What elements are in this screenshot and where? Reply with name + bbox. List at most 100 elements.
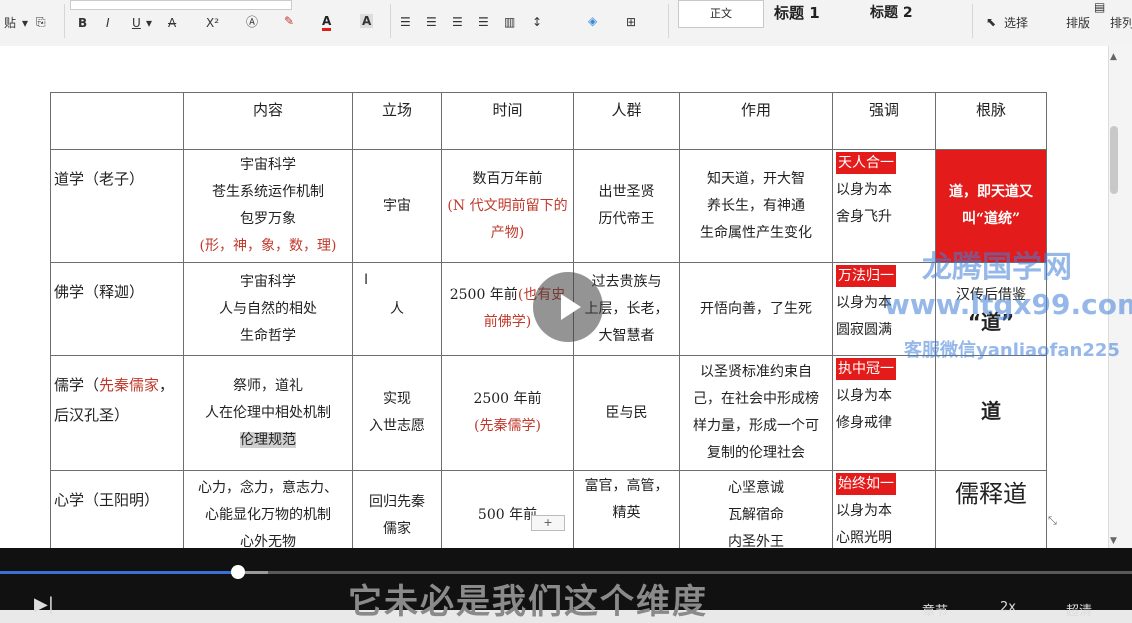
time-text: 数百万年前 (472, 170, 543, 187)
speed-button[interactable]: 2x (1000, 600, 1016, 615)
justify-icon[interactable]: ☰ (478, 15, 489, 29)
time-text: 2500 年前 (449, 287, 518, 303)
role-line: 瓦解宿命 (728, 507, 784, 523)
root-text: 儒释道 (955, 480, 1027, 508)
name-part: 儒学（ (54, 376, 100, 394)
chevron-down-icon[interactable]: ▾ (22, 16, 28, 30)
font-name-combobox[interactable] (70, 0, 292, 10)
stance-line: 回归先秦 (369, 493, 425, 510)
emphasis-cell: 执中冠一 以身为本 修身戒律 (832, 355, 936, 471)
style-heading-2[interactable]: 标题 2 (862, 0, 968, 26)
progress-knob[interactable] (230, 565, 245, 579)
text-effect-icon[interactable]: Ⓐ (246, 15, 258, 29)
time-cell: 2500 年前 (先秦儒学) (441, 355, 574, 471)
watermark-title: 龙腾国学网 (922, 250, 1072, 285)
divider (390, 4, 391, 38)
underline-button[interactable]: U (132, 16, 141, 30)
font-color-icon[interactable]: A (322, 14, 332, 31)
content-cell: 心力，念力，意志力、 心能显化万物的机制 心外无物 (183, 470, 353, 561)
people-line: 精英 (612, 505, 641, 521)
highlight-pen-icon[interactable]: ✎ (284, 14, 294, 28)
time-note-red: (先秦儒学) (474, 418, 541, 434)
emphasis-tag: 始终如一 (836, 473, 896, 495)
stance-line: 儒家 (383, 520, 411, 537)
emphasis-tag: 执中冠一 (836, 358, 896, 380)
table-header-row: 内容 立场 时间 人群 作用 强调 根脉 (50, 92, 1047, 150)
role-line: 养长生，有神通 (707, 197, 805, 214)
stance-cell: 回归先秦 儒家 (352, 470, 442, 561)
align-center-icon[interactable]: ☰ (426, 15, 437, 29)
scroll-down-icon[interactable]: ▼ (1110, 536, 1117, 546)
content-highlight: 伦理规范 (240, 431, 296, 448)
stance-line: 实现 (383, 391, 411, 407)
school-name: 佛学（释迦） (50, 262, 184, 356)
root-cell: 儒释道 (935, 470, 1047, 561)
emphasis-line: 以身为本 (836, 388, 892, 404)
format-painter-icon[interactable]: ⎘ (36, 15, 46, 29)
content-line-red: (形，神，象，数，理) (199, 238, 337, 254)
char-shading-icon[interactable]: A (360, 14, 374, 28)
time-note-red: (N 代文明前留下的产物) (447, 197, 568, 241)
time-text: 2500 年前 (473, 391, 542, 407)
school-name: 心学（王阳明） (50, 470, 184, 561)
emphasis-tag: 天人合一 (836, 152, 896, 174)
stance-cell: 实现 入世志愿 (352, 355, 442, 471)
watermark-url: www.ltgx99.com (884, 288, 1132, 321)
people-line: 富官，高管， (584, 478, 669, 494)
layout-icon[interactable]: ▤ (1094, 0, 1105, 14)
stance-cell: 宇宙 (352, 149, 442, 263)
align-left-icon[interactable]: ☰ (400, 15, 411, 29)
root-cell: 道 (935, 355, 1047, 471)
content-cell: 宇宙科学 苍生系统运作机制 包罗万象 (形，神，象，数，理) (183, 149, 353, 263)
superscript-button[interactable]: X² (206, 16, 219, 30)
divider (972, 4, 973, 38)
fill-bucket-icon[interactable]: ◈ (588, 14, 597, 28)
style-normal[interactable]: 正文 (678, 0, 764, 28)
border-icon[interactable]: ⊞ (626, 15, 636, 29)
line-spacing-icon[interactable]: ↕ (532, 15, 542, 29)
emphasis-cell: 始终如一 以身为本 心照光明 (832, 470, 936, 561)
role-cell: 心坚意诚 瓦解宿命 内圣外王 (679, 470, 833, 561)
scroll-up-icon[interactable]: ▲ (1110, 52, 1117, 62)
header-cell: 人群 (573, 92, 680, 150)
style-heading-1[interactable]: 标题 1 (766, 0, 870, 26)
italic-button[interactable]: I (106, 16, 110, 30)
people-line: 出世圣贤 (598, 184, 655, 200)
next-icon[interactable]: ▶| (34, 594, 54, 615)
emphasis-line: 修身戒律 (836, 415, 892, 431)
header-cell: 时间 (441, 92, 574, 150)
align-right-icon[interactable]: ☰ (452, 15, 463, 29)
add-row-button[interactable]: + (531, 515, 565, 531)
distribute-icon[interactable]: ▥ (504, 15, 515, 29)
emphasis-line: 以身为本 (836, 503, 892, 519)
arrange-button[interactable]: 排列 (1110, 16, 1132, 30)
role-cell: 知天道，开大智 养长生，有神通 生命属性产生变化 (679, 149, 833, 263)
paste-button[interactable]: 贴 (4, 16, 16, 30)
cursor-arrow-icon[interactable]: ⬉ (986, 15, 996, 29)
bold-button[interactable]: B (78, 16, 87, 30)
divider (64, 4, 65, 38)
emphasis-cell: 天人合一 以身为本 舍身飞升 (832, 149, 936, 263)
content-line: 人在伦理中相处机制 (205, 404, 331, 421)
divider (668, 4, 669, 38)
table-row: 道学（老子） 宇宙科学 苍生系统运作机制 包罗万象 (形，神，象，数，理) 宇宙… (50, 149, 1047, 263)
header-cell (50, 92, 184, 150)
emphasis-line: 以身为本 (836, 182, 892, 198)
scrollbar-thumb[interactable] (1110, 126, 1118, 194)
people-cell: 出世圣贤 历代帝王 (573, 149, 680, 263)
role-line: 知天道，开大智 (707, 170, 805, 187)
emphasis-line: 舍身飞升 (836, 209, 892, 225)
content-line: 心力，念力，意志力、 (198, 480, 338, 496)
school-name: 道学（老子） (50, 149, 184, 263)
name-red: 先秦儒家 (99, 376, 160, 394)
chevron-down-icon[interactable]: ▾ (146, 16, 152, 30)
content-line: 宇宙科学 (240, 157, 296, 173)
resize-handle-icon[interactable]: ⤡ (1048, 514, 1057, 528)
text-cursor-icon: I (364, 272, 369, 288)
select-button[interactable]: 选择 (1004, 16, 1028, 30)
people-cell: 富官，高管， 精英 (573, 470, 680, 561)
play-button[interactable] (533, 272, 603, 342)
strikethrough-button[interactable]: A (168, 16, 176, 30)
table-row: 儒学（先秦儒家，后汉孔圣） 祭师，道礼 人在伦理中相处机制 伦理规范 实现 入世… (50, 355, 1047, 471)
sort-button[interactable]: 排版 (1066, 16, 1090, 30)
